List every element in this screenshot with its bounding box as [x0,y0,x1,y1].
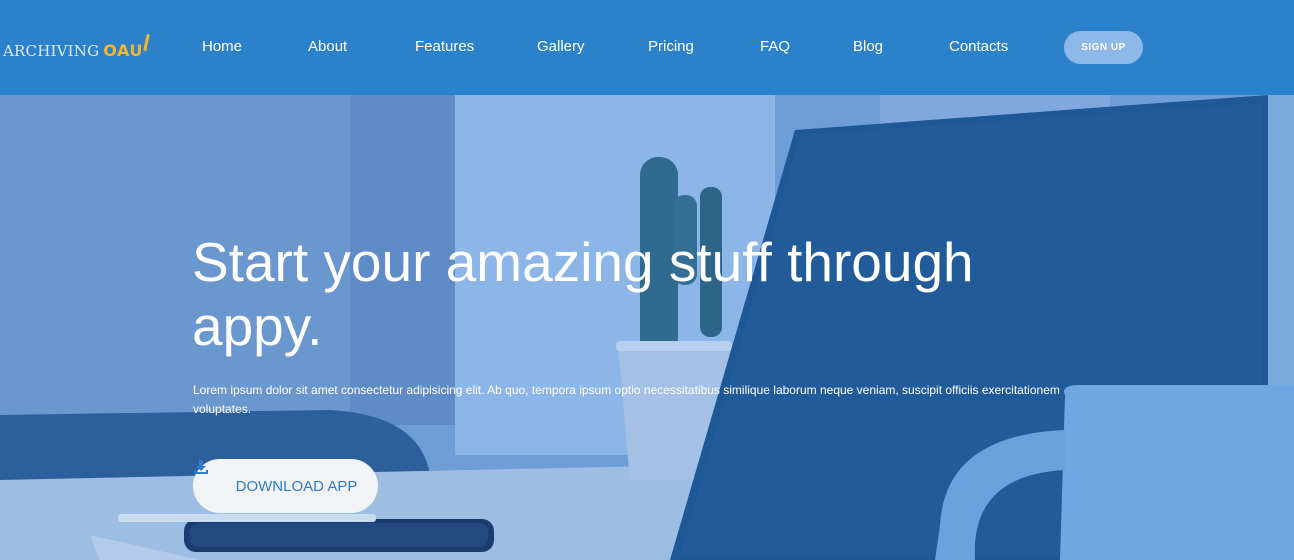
hero-title: Start your amazing stuff through appy. [192,231,974,357]
logo-primary-text: ARCHIVING [3,42,100,60]
signup-button[interactable]: SIGN UP [1064,31,1143,64]
download-app-label: DOWNLOAD APP [235,477,358,495]
nav-contacts[interactable]: Contacts [949,38,1008,55]
logo[interactable]: ARCHIVING OAU [3,33,150,60]
nav-pricing[interactable]: Pricing [648,38,694,55]
nav-about[interactable]: About [308,38,347,55]
nav-gallery[interactable]: Gallery [537,38,585,55]
logo-secondary-text: OAU [103,41,143,60]
logo-mark-icon [143,33,150,52]
nav-faq[interactable]: FAQ [760,38,790,55]
nav-features[interactable]: Features [415,38,474,55]
navbar: ARCHIVING OAU Home About Features Galler… [0,0,1294,95]
hero-section: Start your amazing stuff through appy. L… [0,95,1294,560]
nav-home[interactable]: Home [202,38,242,55]
download-app-button[interactable]: DOWNLOAD APP [193,459,378,513]
nav-blog[interactable]: Blog [853,38,883,55]
hero-description: Lorem ipsum dolor sit amet consectetur a… [193,383,1060,416]
download-icon [194,460,230,494]
